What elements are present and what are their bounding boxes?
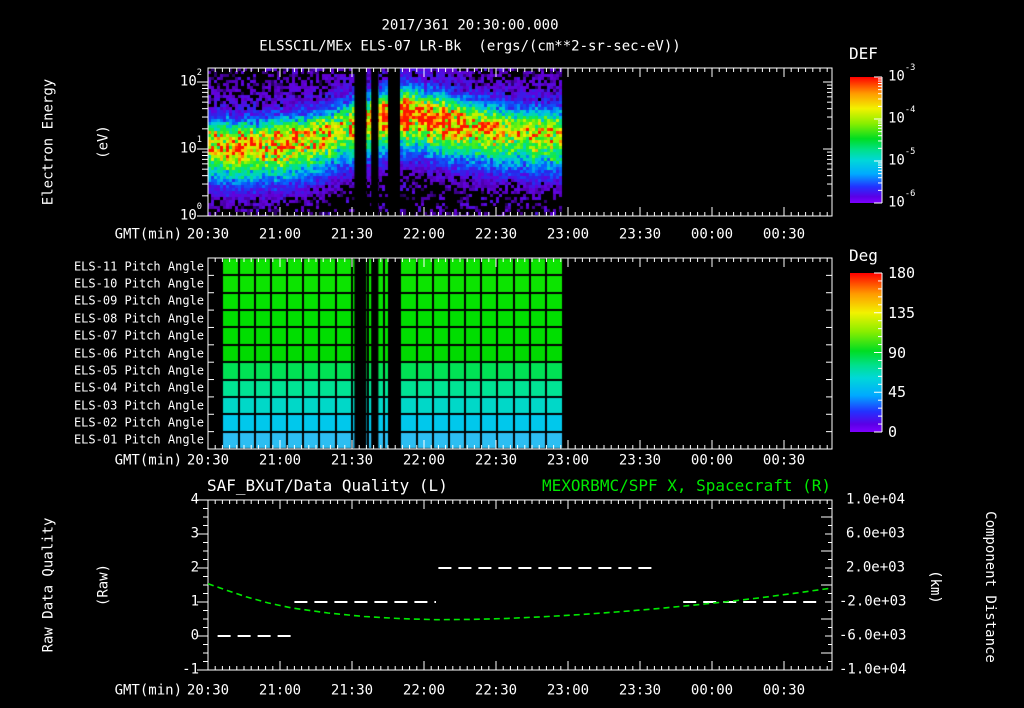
electron-energy-spectrogram-canvas [208, 68, 832, 216]
panel3-right-y-tick-label: -1.0e+04 [839, 661, 907, 678]
panel3-right-series-title: MEXORBMC/SPF X, Spacecraft (R) [542, 476, 831, 496]
panel3-right-y-tick-label: 2.0e+03 [846, 559, 906, 576]
colorbar2-tick-label: 180 [888, 263, 916, 282]
panel1-y-axis-label: Electron Energy (eV) [3, 79, 149, 205]
plot-title-datetime: 2017/361 20:30:00.000 [381, 17, 559, 34]
panel3-right-y-axis-label: Component Distance (km) [889, 511, 1024, 663]
panel3-left-y-axis-label-text: Raw Data Quality [40, 517, 57, 653]
panel1-y-tick-label: 100 [179, 202, 202, 224]
panel2-x-tick-label: 23:30 [618, 452, 662, 469]
panel1-x-tick-label: 22:00 [402, 226, 446, 243]
colorbar2-tick-label: 135 [888, 303, 916, 322]
panel3-right-y-tick-label: 6.0e+03 [846, 525, 906, 542]
panel3-x-tick-label: 00:00 [690, 682, 734, 699]
panel3-left-y-axis-unit: (Raw) [95, 563, 112, 607]
panel3-right-y-tick-label: -2.0e+03 [839, 593, 907, 610]
panel3-right-y-tick-label: -6.0e+03 [839, 627, 907, 644]
panel2-gmt-axis-label: GMT(min) [114, 452, 182, 469]
plot-title-source: ELSSCIL/MEx ELS-07 LR-Bk (ergs/(cm**2-sr… [259, 38, 681, 55]
panel1-y-tick-label: 102 [179, 68, 202, 90]
colorbar1-tick-label: 10-4 [888, 105, 916, 127]
pitch-row-label: ELS-01 Pitch Angle [73, 432, 204, 447]
panel1-gmt-axis-label: GMT(min) [114, 226, 182, 243]
pitch-row-label: ELS-11 Pitch Angle [73, 259, 204, 274]
panel3-left-series-title: SAF_BXuT/Data Quality (L) [207, 476, 448, 496]
panel3-left-y-tick-label: 1 [190, 593, 199, 610]
panel3-x-tick-label: 21:00 [258, 682, 302, 699]
panel2-x-tick-label: 20:30 [186, 452, 230, 469]
colorbar1-tick-label: 10-3 [888, 63, 916, 85]
panel3-x-tick-label: 00:30 [762, 682, 806, 699]
panel3-x-tick-label: 22:30 [474, 682, 518, 699]
pitch-angle-heatmap-canvas [208, 258, 832, 449]
panel2-x-tick-label: 21:30 [330, 452, 374, 469]
pitch-row-label: ELS-06 Pitch Angle [73, 345, 204, 360]
panel3-left-y-tick-label: 2 [190, 559, 199, 576]
panel2-x-tick-label: 00:00 [690, 452, 734, 469]
pitch-row-label: ELS-05 Pitch Angle [73, 363, 204, 378]
panel2-x-tick-label: 21:00 [258, 452, 302, 469]
pitch-row-label: ELS-02 Pitch Angle [73, 415, 204, 430]
panel3-left-y-axis-label: Raw Data Quality (Raw) [3, 518, 149, 653]
panel3-x-tick-label: 20:30 [186, 682, 230, 699]
panel2-x-tick-label: 22:00 [402, 452, 446, 469]
panel2-x-tick-label: 22:30 [474, 452, 518, 469]
panel3-left-y-tick-label: -1 [182, 661, 199, 678]
pitch-row-label: ELS-07 Pitch Angle [73, 328, 204, 343]
panel1-x-tick-label: 21:30 [330, 226, 374, 243]
colorbar1-tick-label: 10-5 [888, 147, 916, 169]
colorbar2-tick-label: 45 [888, 383, 907, 401]
pitch-row-label: ELS-08 Pitch Angle [73, 311, 204, 326]
plot-page: 2017/361 20:30:00.000 ELSSCIL/MEx ELS-07… [0, 0, 1024, 708]
panel3-x-tick-label: 22:00 [402, 682, 446, 699]
panel2-x-tick-label: 00:30 [762, 452, 806, 469]
panel1-x-tick-label: 00:00 [690, 226, 734, 243]
panel1-y-axis-unit: (eV) [95, 125, 112, 159]
panel3-left-y-tick-label: 4 [190, 491, 199, 508]
colorbar1-gradient [850, 77, 882, 203]
colorbar2-tick-label: 90 [888, 343, 907, 362]
panel3-left-y-tick-label: 3 [190, 525, 199, 542]
panel1-x-tick-label: 21:00 [258, 226, 302, 243]
panel1-x-tick-label: 20:30 [186, 226, 230, 243]
panel1-x-tick-label: 22:30 [474, 226, 518, 243]
pitch-row-label: ELS-10 Pitch Angle [73, 276, 204, 291]
colorbar1-tick-label: 10-6 [888, 189, 916, 211]
panel3-right-y-axis-unit: (km) [926, 570, 943, 604]
pitch-row-label: ELS-09 Pitch Angle [73, 293, 204, 308]
panel3-x-tick-label: 21:30 [330, 682, 374, 699]
colorbar1-title: DEF [849, 44, 878, 64]
panel3-right-y-tick-label: 1.0e+04 [846, 491, 906, 508]
pitch-row-label: ELS-04 Pitch Angle [73, 380, 204, 395]
panel1-x-tick-label: 23:00 [546, 226, 590, 243]
colorbar2-title: Deg [849, 246, 878, 266]
colorbar2-tick-label: 0 [888, 422, 898, 441]
panel3-left-y-tick-label: 0 [190, 627, 199, 644]
pitch-row-label: ELS-03 Pitch Angle [73, 397, 204, 412]
panel1-y-tick-label: 101 [179, 135, 202, 157]
colorbar2-gradient [850, 273, 882, 432]
panel3-gmt-axis-label: GMT(min) [114, 682, 182, 699]
panel3-right-y-axis-label-text: Component Distance [981, 511, 998, 663]
panel2-x-tick-label: 23:00 [546, 452, 590, 469]
panel1-x-tick-label: 00:30 [762, 226, 806, 243]
panel3-x-tick-label: 23:00 [546, 682, 590, 699]
panel3-x-tick-label: 23:30 [618, 682, 662, 699]
panel1-x-tick-label: 23:30 [618, 226, 662, 243]
panel1-y-axis-label-text: Electron Energy [40, 78, 57, 206]
